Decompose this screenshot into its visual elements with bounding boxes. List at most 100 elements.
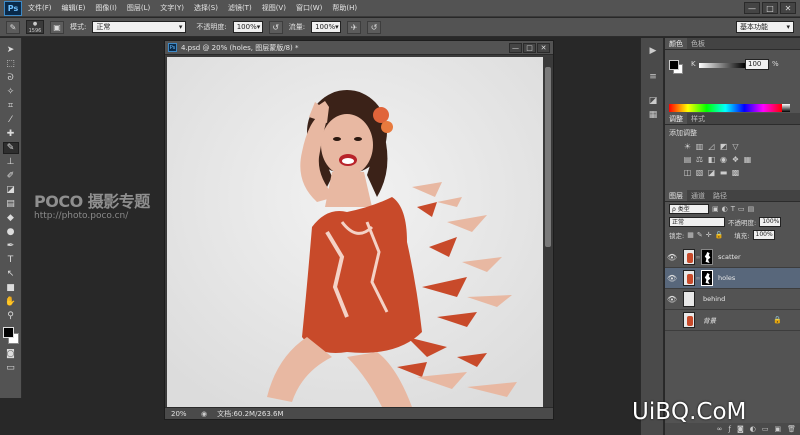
threshold-icon[interactable]: ◪	[707, 169, 716, 177]
layer-mask-thumbnail[interactable]	[701, 249, 713, 265]
doc-maximize-button[interactable]: □	[523, 43, 536, 53]
mode-select[interactable]: 正常 ▾	[92, 21, 187, 33]
layer-row-background[interactable]: 背景 🔒	[665, 310, 800, 331]
eye-icon[interactable]: 👁	[665, 295, 679, 304]
curves-icon[interactable]: ◿	[707, 143, 716, 151]
filter-shape-icon[interactable]: ▭	[738, 205, 745, 213]
doc-close-button[interactable]: ✕	[537, 43, 550, 53]
tab-swatches[interactable]: 色板	[687, 38, 709, 49]
color-spectrum[interactable]	[669, 104, 782, 112]
workspace-select[interactable]: 基本功能 ▾	[736, 21, 794, 33]
hand-tool-icon[interactable]: ✋	[3, 296, 19, 308]
lock-image-icon[interactable]: ✎	[697, 231, 703, 239]
tab-channels[interactable]: 通道	[687, 190, 709, 201]
menu-select[interactable]: 选择(S)	[194, 3, 218, 13]
color-swatches[interactable]	[2, 326, 20, 346]
layer-row-scatter[interactable]: 👁 ∞ scatter	[665, 247, 800, 268]
info-icon[interactable]: ◉	[201, 410, 207, 418]
dodge-tool-icon[interactable]: ●	[3, 226, 19, 238]
quick-mask-icon[interactable]: ◙	[3, 348, 19, 360]
invert-icon[interactable]: ◫	[683, 169, 692, 177]
path-select-tool-icon[interactable]: ↖	[3, 268, 19, 280]
eye-icon[interactable]: 👁	[665, 253, 679, 262]
foreground-color[interactable]	[2, 327, 14, 338]
tab-layers[interactable]: 图层	[665, 190, 687, 201]
tab-color[interactable]: 颜色	[665, 38, 687, 49]
trash-icon[interactable]: 🗑	[787, 425, 796, 433]
posterize-icon[interactable]: ▧	[695, 169, 704, 177]
gradient-tool-icon[interactable]: ▤	[3, 198, 19, 210]
menu-layer[interactable]: 图层(L)	[127, 3, 150, 13]
opacity-input[interactable]: 100% ▾	[232, 21, 263, 33]
layer-opacity-input[interactable]: 100%	[759, 216, 782, 227]
lasso-tool-icon[interactable]: ᘐ	[3, 72, 19, 84]
black-white-icon[interactable]: ◧	[707, 156, 716, 164]
pressure-opacity-icon[interactable]: ↺	[268, 20, 283, 34]
filter-smart-icon[interactable]: ▤	[748, 205, 755, 213]
tab-adjustments[interactable]: 调整	[665, 113, 687, 124]
blur-tool-icon[interactable]: ◆	[3, 212, 19, 224]
k-slider[interactable]	[699, 63, 745, 68]
zoom-tool-icon[interactable]: ⚲	[3, 310, 19, 322]
channel-mixer-icon[interactable]: ❖	[731, 156, 740, 164]
maximize-button[interactable]: □	[762, 2, 778, 14]
scrollbar-thumb[interactable]	[545, 67, 551, 247]
pressure-size-icon[interactable]: ↺	[367, 20, 382, 34]
menu-edit[interactable]: 编辑(E)	[62, 3, 86, 13]
gradient-map-icon[interactable]: ▬	[719, 169, 728, 177]
quick-select-tool-icon[interactable]: ✧	[3, 86, 19, 98]
color-panel-foreground[interactable]	[669, 60, 679, 70]
grayscale-ramp[interactable]	[782, 104, 790, 112]
menu-view[interactable]: 视图(V)	[262, 3, 286, 13]
selective-color-icon[interactable]: ▩	[731, 169, 740, 177]
filter-type-icon[interactable]: T	[731, 205, 735, 213]
history-brush-tool-icon[interactable]: ✐	[3, 170, 19, 182]
crop-tool-icon[interactable]: ⌗	[3, 100, 19, 112]
type-tool-icon[interactable]: T	[3, 254, 19, 266]
lock-transparent-icon[interactable]: ▦	[687, 231, 694, 239]
hue-saturation-icon[interactable]: ▤	[683, 156, 692, 164]
fill-input[interactable]: 100%	[752, 229, 775, 240]
levels-icon[interactable]: ▥	[695, 143, 704, 151]
fx-icon[interactable]: ƒ	[728, 425, 730, 433]
brush-presets-icon[interactable]: ▦	[645, 110, 661, 122]
add-mask-icon[interactable]: ◙	[737, 425, 744, 433]
vertical-scrollbar[interactable]	[544, 57, 552, 407]
flow-input[interactable]: 100% ▾	[311, 21, 342, 33]
photo-filter-icon[interactable]: ◉	[719, 156, 728, 164]
new-group-icon[interactable]: ▭	[762, 425, 769, 433]
eyedropper-tool-icon[interactable]: ⁄	[3, 114, 19, 126]
menu-type[interactable]: 文字(Y)	[160, 3, 184, 13]
eraser-tool-icon[interactable]: ◪	[3, 184, 19, 196]
menu-image[interactable]: 图像(I)	[95, 3, 117, 13]
color-balance-icon[interactable]: ⚖	[695, 156, 704, 164]
filter-adjustment-icon[interactable]: ◐	[722, 205, 728, 213]
vibrance-icon[interactable]: ▽	[731, 143, 740, 151]
menu-window[interactable]: 窗口(W)	[296, 3, 322, 13]
menu-filter[interactable]: 滤镜(T)	[228, 3, 252, 13]
doc-minimize-button[interactable]: —	[509, 43, 522, 53]
pen-tool-icon[interactable]: ✒	[3, 240, 19, 252]
brush-tool-icon[interactable]: ✎	[6, 20, 20, 34]
layer-mask-thumbnail[interactable]	[701, 270, 713, 286]
airbrush-icon[interactable]: ✈	[347, 20, 362, 34]
color-lookup-icon[interactable]: ▦	[743, 156, 752, 164]
brush-tool-icon[interactable]: ✎	[2, 142, 19, 154]
menu-help[interactable]: 帮助(H)	[332, 3, 357, 13]
clone-stamp-tool-icon[interactable]: ⊥	[3, 156, 19, 168]
healing-tool-icon[interactable]: ✚	[3, 128, 19, 140]
actions-icon[interactable]: ≡	[645, 72, 661, 84]
marquee-tool-icon[interactable]: ⬚	[3, 58, 19, 70]
zoom-level[interactable]: 20%	[171, 410, 191, 418]
new-adjustment-icon[interactable]: ◐	[750, 425, 756, 433]
brightness-icon[interactable]: ☀	[683, 143, 692, 151]
shape-tool-icon[interactable]: ■	[3, 282, 19, 294]
tab-styles[interactable]: 样式	[687, 113, 709, 124]
new-layer-icon[interactable]: ▣	[774, 425, 781, 433]
lock-position-icon[interactable]: ✛	[706, 231, 712, 239]
layer-row-holes[interactable]: 👁 ∞ holes	[665, 268, 800, 289]
screen-mode-icon[interactable]: ▭	[3, 362, 19, 374]
menu-file[interactable]: 文件(F)	[28, 3, 52, 13]
lock-all-icon[interactable]: 🔒	[715, 231, 724, 239]
k-value-input[interactable]: 100	[745, 59, 769, 70]
